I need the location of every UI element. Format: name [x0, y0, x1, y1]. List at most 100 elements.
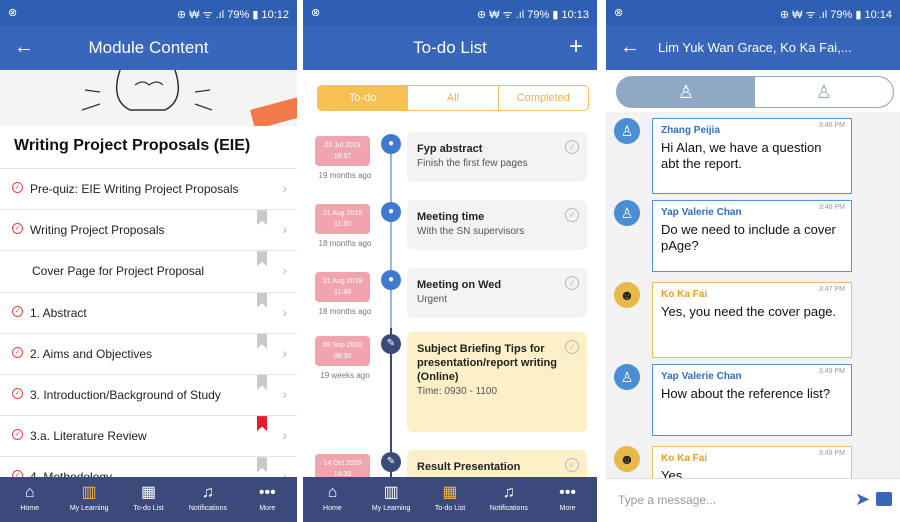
chevron-right-icon: › — [282, 221, 287, 238]
send-icon[interactable]: ➤ — [855, 489, 870, 510]
module-row[interactable]: Cover Page for Project Proposal › — [0, 250, 297, 291]
todo-title: Result Presentation — [417, 461, 521, 473]
nav-label: Home — [323, 505, 342, 512]
todo-date-time: 11:48 — [334, 289, 351, 296]
avatar-icon[interactable]: ☻ — [614, 282, 640, 308]
todo-date-day: 21 Aug 2019 — [322, 278, 363, 285]
check-icon: ✓ — [12, 429, 23, 441]
status-left: ⊗ — [614, 7, 624, 19]
nav-label: More — [259, 505, 276, 512]
nav-item-to-do-list[interactable]: ▦ To-do List — [421, 477, 480, 522]
bookmark-icon[interactable] — [257, 374, 267, 390]
nav-item-notifications[interactable]: ♫ Notifications — [178, 477, 237, 522]
avatar-icon[interactable]: ♙ — [614, 364, 640, 390]
header-title: Module Content — [88, 38, 209, 57]
bottom-nav: ⌂ Home ▥ My Learning ▦ To-do List ♫ Notificatio… — [0, 477, 297, 522]
todo-date-time: 09:30 — [333, 353, 352, 360]
nav-item-my-learning[interactable]: ▥ My Learning — [362, 477, 421, 522]
message-text: Yes, you need the cover page. — [661, 304, 837, 319]
bookmark-icon[interactable] — [257, 416, 267, 432]
nav-item-home[interactable]: ⌂ Home — [303, 477, 362, 522]
lightbulb-banner-image — [0, 70, 297, 126]
todo-title: Meeting time — [417, 211, 485, 223]
chevron-right-icon: › — [282, 427, 287, 444]
todo-filter-tabs: To-do All Completed — [317, 85, 589, 111]
module-content-screen: ⊗ ⊕ ₩ ᯤ .ıl 79% ▮ 10:12 ← Module Content … — [0, 0, 297, 522]
nav-icon: ▥ — [383, 484, 399, 501]
message-bubble: Zhang Peijia 3:46 PM Hi Alan, we have a qu… — [652, 118, 852, 194]
message-time: 3:47 PM — [818, 286, 845, 293]
user-icon: ● — [381, 134, 401, 154]
sender-name: Zhang Peijia — [661, 125, 720, 136]
avatar-icon[interactable]: ♙ — [614, 118, 640, 144]
message-bubble: Yap Valerie Chan 3:49 PM How about the ref… — [652, 364, 852, 436]
sender-name: Ko Ka Fai — [661, 453, 708, 464]
nav-icon: ▦ — [140, 484, 157, 501]
complete-check-icon[interactable]: ✓ — [565, 458, 579, 472]
nav-icon: ⌂ — [327, 484, 338, 501]
bookmark-icon[interactable] — [257, 251, 267, 267]
check-icon: ✓ — [12, 182, 23, 193]
module-row[interactable]: ✓ 3.a. Literature Review › — [0, 415, 297, 456]
image-attach-icon[interactable] — [876, 492, 892, 506]
bookmark-icon[interactable] — [257, 457, 267, 473]
nav-icon: ⌂ — [24, 484, 35, 501]
message-input[interactable]: Type a message... — [618, 493, 716, 507]
bookmark-icon[interactable] — [257, 333, 267, 349]
nav-label: To-do List — [133, 505, 164, 512]
avatar-icon[interactable]: ♙ — [614, 200, 640, 226]
tab-todo[interactable]: To-do — [318, 86, 408, 110]
bottom-nav: ⌂ Home ▥ My Learning ▦ To-do List ♫ Notificatio… — [303, 477, 597, 522]
module-row[interactable]: ✓ 1. Abstract › — [0, 291, 297, 333]
todo-card[interactable]: Meeting time With the SN supervisors ✓ — [407, 200, 587, 250]
module-list: ✓ Pre-quiz: EIE Writing Project Proposals… — [0, 168, 297, 498]
message-text: Hi Alan, we have a question abt the repo… — [661, 140, 822, 171]
todo-card[interactable]: Meeting on Wed Urgent ✓ — [407, 268, 587, 318]
tab-all[interactable]: All — [407, 86, 497, 110]
complete-check-icon[interactable]: ✓ — [565, 276, 579, 290]
message-bubble: Yap Valerie Chan 3:46 PM Do we need to inc… — [652, 200, 852, 272]
module-row[interactable]: ✓ 2. Aims and Objectives › — [0, 332, 297, 374]
single-user-icon[interactable]: ♙ — [617, 77, 755, 107]
todo-date-time: 11:30 — [334, 221, 351, 228]
message-bubble: Ko Ka Fai 3:49 PM Yes — [652, 446, 852, 478]
status-right: ⊕ ₩ ᯤ .ıl 79% ▮ 10:12 — [176, 9, 289, 21]
nav-item-my-learning[interactable]: ▥ My Learning — [59, 477, 118, 522]
sender-name: Ko Ka Fai — [661, 289, 708, 300]
todo-list-screen: ⊗ ⊕ ₩ ᯤ .ıl 79% ▮ 10:13 To-do List + To-d… — [303, 0, 597, 522]
todo-card[interactable]: Subject Briefing Tips for presentation/r… — [407, 332, 587, 432]
nav-item-to-do-list[interactable]: ▦ To-do List — [119, 477, 178, 522]
todo-date: 23 Jul 2019 16:57 — [315, 136, 370, 166]
bookmark-icon[interactable] — [257, 292, 267, 308]
complete-check-icon[interactable]: ✓ — [565, 340, 579, 354]
module-row[interactable]: ✓ Pre-quiz: EIE Writing Project Proposals… — [0, 168, 297, 209]
nav-item-notifications[interactable]: ♫ Notifications — [479, 477, 538, 522]
nav-item-home[interactable]: ⌂ Home — [0, 477, 59, 522]
complete-check-icon[interactable]: ✓ — [565, 140, 579, 154]
add-todo-button[interactable]: + — [569, 33, 583, 61]
nav-item-more[interactable]: ••• More — [238, 477, 297, 522]
todo-card[interactable]: Fyp abstract Finish the first few pages ✓ — [407, 132, 587, 182]
nav-label: More — [559, 505, 576, 512]
todo-date-day: 21 Aug 2019 — [322, 210, 363, 217]
complete-check-icon[interactable]: ✓ — [565, 208, 579, 222]
chevron-right-icon: › — [282, 303, 287, 320]
nav-item-more[interactable]: ••• More — [538, 477, 597, 522]
app-header: ← Lim Yuk Wan Grace, Ko Ka Fai,... — [606, 26, 900, 70]
back-arrow-icon[interactable]: ← — [620, 36, 640, 59]
check-icon: ✓ — [12, 346, 23, 358]
nav-icon: ▦ — [442, 484, 458, 501]
status-right: ⊕ ₩ ᯤ .ıl 79% ▮ 10:14 — [779, 9, 892, 21]
nav-icon: ▥ — [81, 484, 97, 501]
chat-mode-switch: ♙ ♙ — [616, 76, 894, 108]
group-users-icon[interactable]: ♙ — [755, 77, 893, 107]
check-icon: ✓ — [12, 223, 23, 235]
nav-icon: ♫ — [502, 484, 515, 501]
module-row[interactable]: ✓ Writing Project Proposals › — [0, 209, 297, 250]
check-icon: ✓ — [12, 305, 23, 317]
tab-completed[interactable]: Completed — [497, 86, 588, 110]
avatar-icon[interactable]: ☻ — [614, 446, 640, 472]
bookmark-icon[interactable] — [257, 210, 267, 226]
module-row[interactable]: ✓ 3. Introduction/Background of Study › — [0, 373, 297, 415]
module-row-label: Cover Page for Project Proposal — [32, 264, 205, 279]
